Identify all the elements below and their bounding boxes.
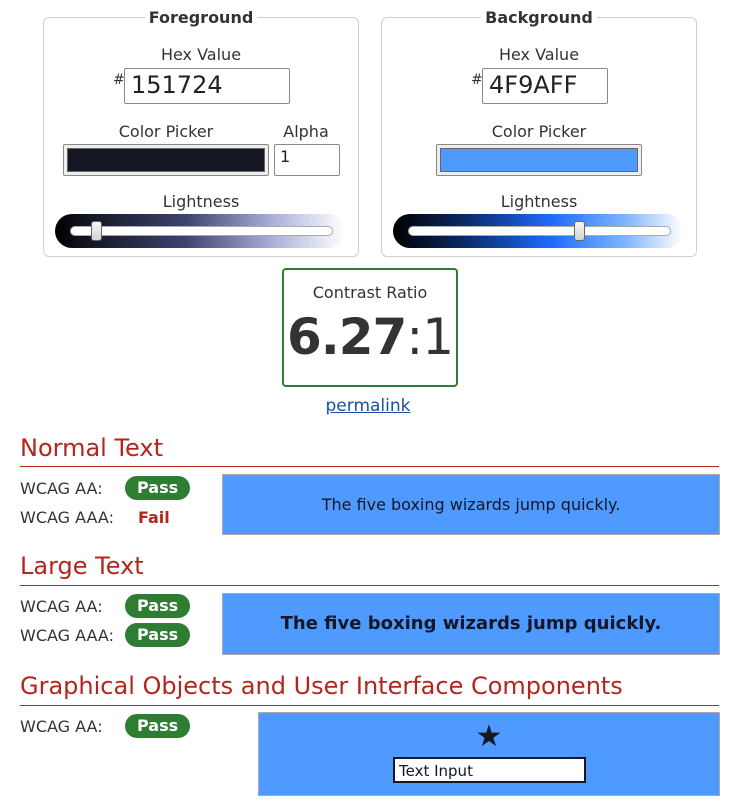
foreground-swatch [67,148,265,172]
star-icon: ★ [475,719,503,754]
foreground-hash: # [113,72,125,88]
background-swatch [440,148,638,172]
slider-thumb[interactable] [91,221,103,241]
foreground-panel: Foreground Hex Value # 151724 Color Pick… [43,8,359,257]
contrast-ratio-number: 6.27 [286,308,407,366]
foreground-lightness-label: Lightness [162,192,240,211]
normal-text-heading: Normal Text [20,434,164,462]
foreground-color-picker[interactable] [63,144,269,176]
wcag-aa-label: WCAG AA: [20,717,103,736]
normal-aa-badge: Pass [125,476,191,500]
contrast-ratio-label: Contrast Ratio [312,283,428,302]
wcag-aa-label: WCAG AA: [20,597,103,616]
contrast-ratio-value: 6.27:1 [284,308,456,366]
divider [20,466,719,467]
large-aaa-badge: Pass [125,623,191,647]
slider-track [70,226,333,236]
contrast-ratio-suffix: :1 [406,308,454,366]
wcag-aa-label: WCAG AA: [20,479,103,498]
wcag-aaa-label: WCAG AAA: [20,626,114,645]
slider-track [408,226,671,236]
background-hex-label: Hex Value [498,45,580,64]
background-picker-label: Color Picker [491,122,587,141]
large-text-sample: The five boxing wizards jump quickly. [222,593,720,655]
background-panel: Background Hex Value # 4F9AFF Color Pick… [381,8,697,257]
graphical-sample: ★ Text Input [258,712,720,796]
background-title: Background [481,8,597,27]
permalink-link[interactable]: permalink [0,396,736,416]
divider [20,585,719,586]
slider-thumb[interactable] [573,221,585,241]
text-input-demo[interactable]: Text Input [393,757,586,783]
large-aa-badge: Pass [125,594,191,618]
background-lightness-slider[interactable] [393,214,683,248]
foreground-hex-label: Hex Value [160,45,242,64]
background-hash: # [471,72,483,88]
divider [20,705,719,706]
background-hex-input[interactable]: 4F9AFF [482,68,608,104]
contrast-ratio-box: Contrast Ratio 6.27:1 [282,268,458,387]
normal-text-sample: The five boxing wizards jump quickly. [222,474,720,535]
foreground-picker-label: Color Picker [118,122,214,141]
normal-aaa-badge: Fail [138,508,170,527]
background-color-picker[interactable] [436,144,642,176]
foreground-lightness-slider[interactable] [55,214,345,248]
large-text-heading: Large Text [20,552,144,580]
alpha-label: Alpha [283,122,329,141]
graphical-objects-heading: Graphical Objects and User Interface Com… [20,672,623,700]
foreground-hex-input[interactable]: 151724 [124,68,290,104]
wcag-aaa-label: WCAG AAA: [20,508,114,527]
background-lightness-label: Lightness [500,192,578,211]
alpha-input[interactable]: 1 [274,144,340,176]
graphical-aa-badge: Pass [125,714,191,738]
foreground-title: Foreground [144,8,258,27]
